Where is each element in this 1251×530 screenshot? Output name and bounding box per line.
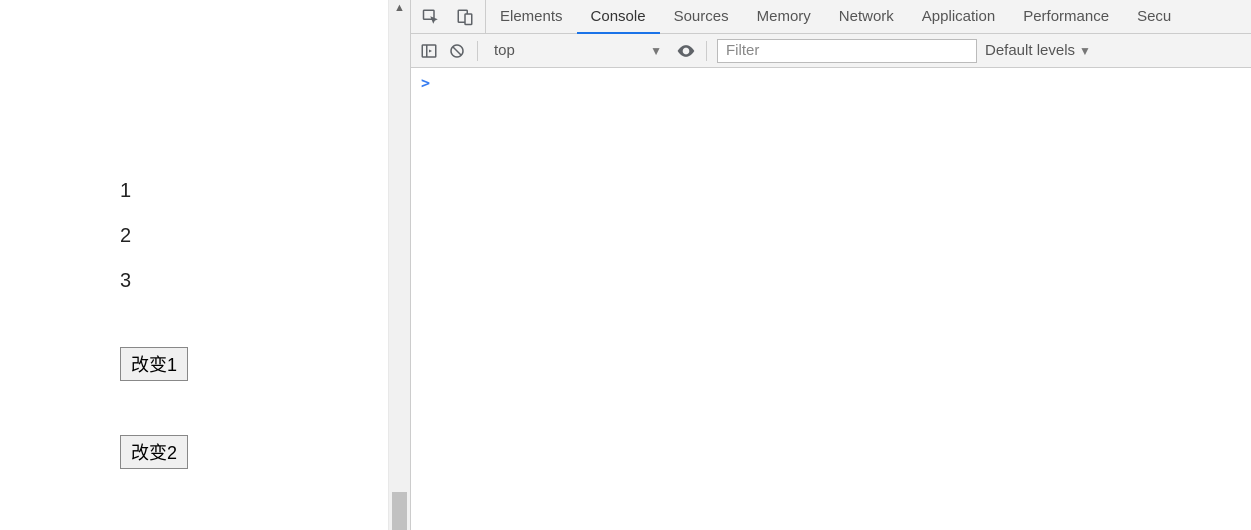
list-item: 2 [120, 225, 188, 248]
page-content: 1 2 3 改变1 改变2 [120, 180, 188, 469]
change-1-button[interactable]: 改变1 [120, 347, 188, 381]
tab-elements[interactable]: Elements [486, 0, 577, 33]
console-toolbar: top ▼ Default levels ▼ [411, 34, 1251, 68]
toggle-device-toolbar-icon[interactable] [455, 7, 475, 27]
console-output[interactable]: > [411, 68, 1251, 530]
console-prompt-icon: > [421, 74, 430, 92]
execution-context-selector[interactable]: top ▼ [488, 42, 668, 59]
log-levels-selector[interactable]: Default levels ▼ [985, 42, 1091, 59]
tab-security[interactable]: Secu [1123, 0, 1185, 33]
devtools-left-icons [411, 0, 486, 33]
dropdown-triangle-icon: ▼ [1079, 44, 1091, 58]
vertical-scrollbar[interactable]: ▲ [388, 0, 410, 530]
tab-console[interactable]: Console [577, 0, 660, 33]
context-label: top [494, 42, 515, 59]
live-expression-icon[interactable] [676, 41, 696, 61]
devtools-tabs: Elements Console Sources Memory Network … [411, 0, 1251, 34]
scroll-up-arrow-icon[interactable]: ▲ [389, 2, 410, 14]
inspect-element-icon[interactable] [421, 7, 441, 27]
list-item: 1 [120, 180, 188, 203]
devtools-panel: Elements Console Sources Memory Network … [410, 0, 1251, 530]
tab-application[interactable]: Application [908, 0, 1009, 33]
separator [706, 41, 707, 61]
list-item: 3 [120, 270, 188, 293]
console-filter-input[interactable] [717, 39, 977, 63]
tab-sources[interactable]: Sources [660, 0, 743, 33]
tab-network[interactable]: Network [825, 0, 908, 33]
scrollbar-thumb[interactable] [392, 492, 407, 530]
page-viewport: 1 2 3 改变1 改变2 [0, 0, 388, 530]
separator [477, 41, 478, 61]
dropdown-triangle-icon: ▼ [650, 44, 662, 58]
tab-performance[interactable]: Performance [1009, 0, 1123, 33]
tab-memory[interactable]: Memory [743, 0, 825, 33]
change-2-button[interactable]: 改变2 [120, 435, 188, 469]
toggle-console-sidebar-icon[interactable] [419, 41, 439, 61]
clear-console-icon[interactable] [447, 41, 467, 61]
log-levels-label: Default levels [985, 42, 1075, 59]
